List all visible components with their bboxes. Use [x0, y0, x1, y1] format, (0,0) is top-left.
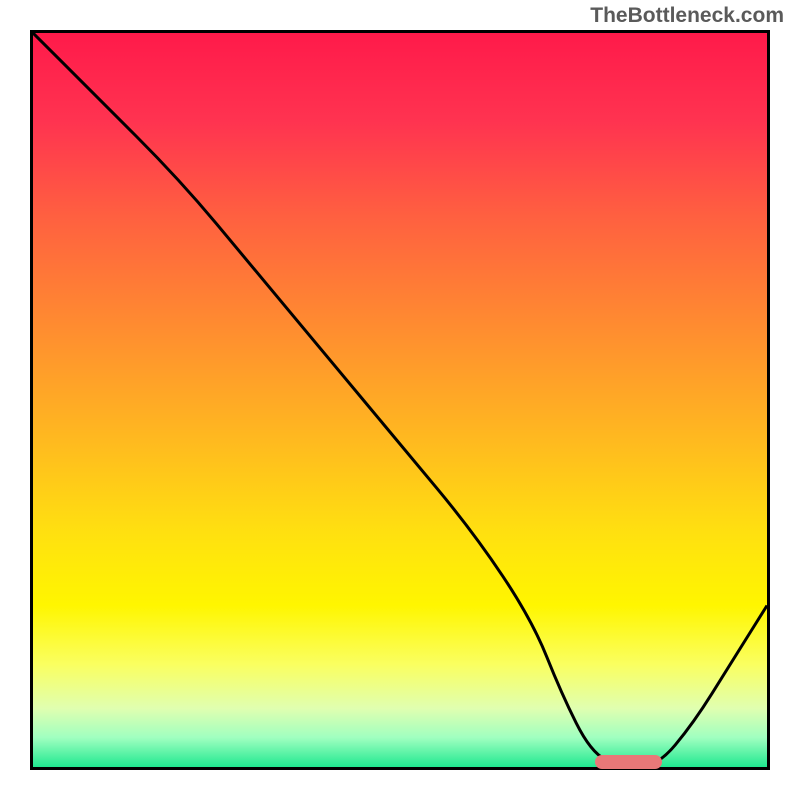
- watermark-label: TheBottleneck.com: [590, 4, 784, 28]
- optimal-marker: [595, 755, 662, 769]
- bottleneck-curve: [33, 33, 767, 767]
- chart-container: [30, 30, 770, 770]
